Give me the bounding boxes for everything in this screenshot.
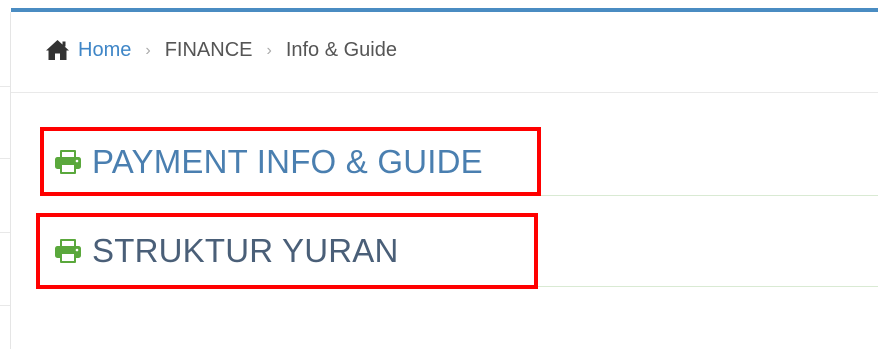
sidebar-divider xyxy=(0,158,10,159)
struktur-yuran-link[interactable]: STRUKTUR YURAN xyxy=(36,213,538,289)
list-item: PAYMENT INFO & GUIDE xyxy=(40,127,878,196)
payment-info-guide-link[interactable]: PAYMENT INFO & GUIDE xyxy=(40,127,541,196)
breadcrumb-finance[interactable]: FINANCE xyxy=(165,39,253,62)
breadcrumb-current: Info & Guide xyxy=(285,38,397,61)
breadcrumb-bar: Home › FINANCE › Info & Guide xyxy=(11,12,878,93)
struktur-yuran-label: STRUKTUR YURAN xyxy=(92,232,399,269)
list-item: STRUKTUR YURAN xyxy=(36,213,878,289)
payment-info-guide-label: PAYMENT INFO & GUIDE xyxy=(92,142,483,180)
breadcrumb: Home › FINANCE › Info & Guide xyxy=(45,39,397,62)
page: Home › FINANCE › Info & Guide PAYMENT IN… xyxy=(0,0,878,349)
sidebar-divider xyxy=(0,305,10,306)
breadcrumb-separator: › xyxy=(266,42,272,59)
printer-icon xyxy=(54,149,82,175)
home-icon[interactable] xyxy=(45,39,70,61)
breadcrumb-home-link[interactable]: Home xyxy=(78,39,131,62)
sidebar-divider xyxy=(0,86,10,87)
sidebar-divider xyxy=(0,232,10,233)
breadcrumb-separator: › xyxy=(145,42,151,59)
printer-icon xyxy=(54,238,82,264)
